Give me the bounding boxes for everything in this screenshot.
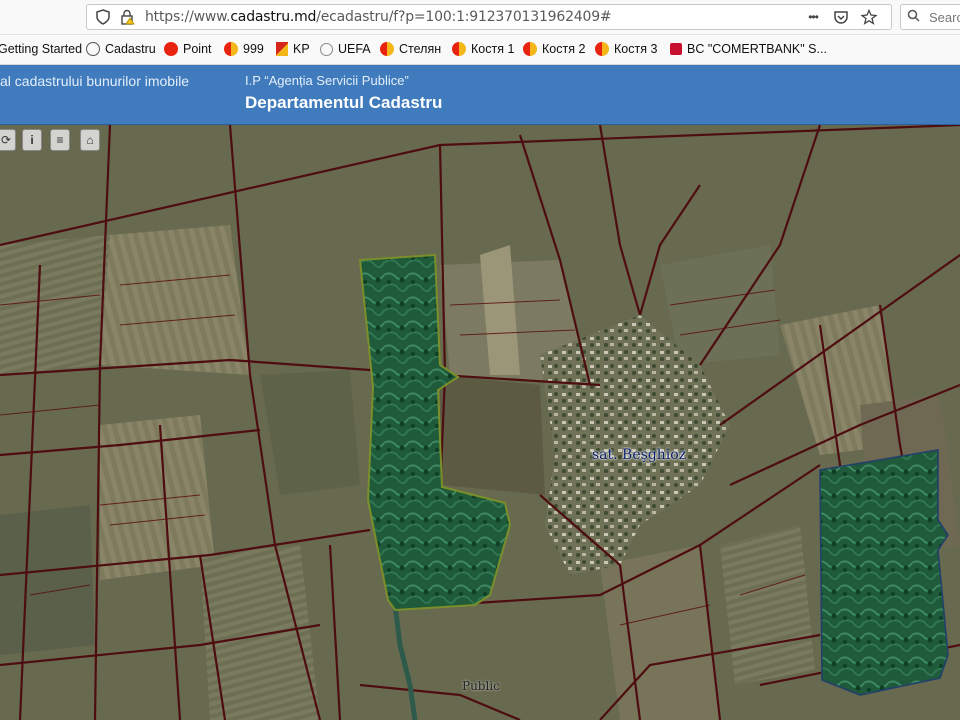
page-title: Departamentul Cadastru — [245, 93, 443, 112]
bookmark-comertbank[interactable]: BC "COMERTBANK" S... — [670, 42, 827, 56]
pan-icon[interactable]: ⟳ — [0, 129, 16, 151]
lock-warning-icon[interactable] — [119, 9, 135, 25]
header-organization: I.P “Agenția Servicii Publice” — [245, 73, 409, 88]
yandex-zen-icon — [595, 42, 609, 56]
bookmark-getting-started[interactable]: Getting Started — [0, 42, 82, 56]
bookmark-kp[interactable]: KP — [276, 42, 310, 56]
address-bar[interactable]: https://www.cadastru.md/ecadastru/f?p=10… — [86, 4, 892, 30]
comertbank-icon — [670, 43, 682, 55]
bookmark-999[interactable]: 999 — [224, 42, 264, 56]
info-icon[interactable]: i — [22, 129, 42, 151]
highlighted-parcel-forest-east[interactable] — [819, 449, 949, 696]
bookmark-kostya-1[interactable]: Костя 1 — [452, 42, 514, 56]
field-parcel[interactable] — [100, 225, 250, 375]
search-placeholder: Search — [929, 10, 960, 25]
globe-icon — [86, 42, 100, 56]
home-icon[interactable]: ⌂ — [80, 129, 100, 151]
yandex-zen-icon — [452, 42, 466, 56]
yandex-zen-icon — [523, 42, 537, 56]
shield-icon[interactable] — [95, 9, 111, 25]
yandex-zen-icon — [224, 42, 238, 56]
cadastral-map[interactable]: ⟳ i ≡ ⌂ sat. Beşghioz Public — [0, 125, 960, 720]
search-icon — [907, 9, 920, 25]
field-parcel[interactable] — [200, 545, 320, 720]
kp-icon — [276, 42, 288, 56]
village-label: sat. Beşghioz — [592, 447, 687, 463]
search-input[interactable]: Search — [900, 4, 960, 30]
bookmark-star-icon[interactable] — [860, 8, 878, 25]
yandex-zen-icon — [380, 42, 394, 56]
bookmark-label: Point — [183, 42, 212, 56]
field-parcel[interactable] — [0, 505, 95, 655]
bookmark-uefa[interactable]: UEFA — [320, 42, 371, 56]
field-parcel[interactable] — [0, 235, 110, 375]
public-label: Public — [462, 679, 500, 693]
bookmark-kostya-3[interactable]: Костя 3 — [595, 42, 657, 56]
field-parcel[interactable] — [440, 375, 545, 495]
pocket-icon[interactable] — [833, 9, 849, 25]
bookmark-label: 999 — [243, 42, 264, 56]
bookmark-label: Костя 3 — [614, 42, 658, 56]
layers-icon[interactable]: ≡ — [50, 129, 70, 151]
bookmark-stelyan[interactable]: Стелян — [380, 42, 441, 56]
browser-toolbar: https://www.cadastru.md/ecadastru/f?p=10… — [0, 0, 960, 35]
bookmark-label: KP — [293, 42, 310, 56]
field-parcel[interactable] — [720, 525, 815, 685]
header-registry-text: al cadastrului bunurilor imobile — [0, 73, 190, 89]
url-text[interactable]: https://www.cadastru.md/ecadastru/f?p=10… — [145, 9, 612, 25]
bookmark-label: BC "COMERTBANK" S... — [687, 42, 827, 56]
bookmark-label: Костя 2 — [542, 42, 586, 56]
bookmark-cadastru[interactable]: Cadastru — [86, 42, 156, 56]
bookmarks-toolbar: Getting Started Cadastru Point 999 KP UE… — [0, 35, 960, 65]
red-circle-icon — [164, 42, 178, 56]
site-header: al cadastrului bunurilor imobile I.P “Ag… — [0, 65, 960, 126]
bookmark-label: UEFA — [338, 42, 371, 56]
uefa-icon — [320, 42, 333, 56]
bookmark-label: Стелян — [399, 42, 442, 56]
map-canvas[interactable] — [0, 125, 960, 720]
bookmark-point[interactable]: Point — [164, 42, 212, 56]
bookmark-kostya-2[interactable]: Костя 2 — [523, 42, 585, 56]
bookmark-label: Костя 1 — [471, 42, 515, 56]
bookmark-label: Cadastru — [105, 42, 156, 56]
bookmark-label: Getting Started — [0, 42, 83, 56]
page-actions-icon[interactable]: ••• — [805, 9, 821, 25]
